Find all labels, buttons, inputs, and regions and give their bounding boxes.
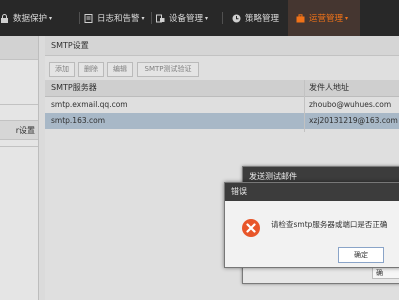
error-message: 请检查smtp服务器或端口是否正确	[271, 220, 388, 229]
error-icon	[242, 219, 260, 237]
error-dialog: 错误 请检查smtp服务器或端口是否正确 确定	[224, 182, 399, 268]
dialog-title: 错误	[225, 183, 399, 201]
ok-button[interactable]: 确定	[338, 247, 384, 263]
